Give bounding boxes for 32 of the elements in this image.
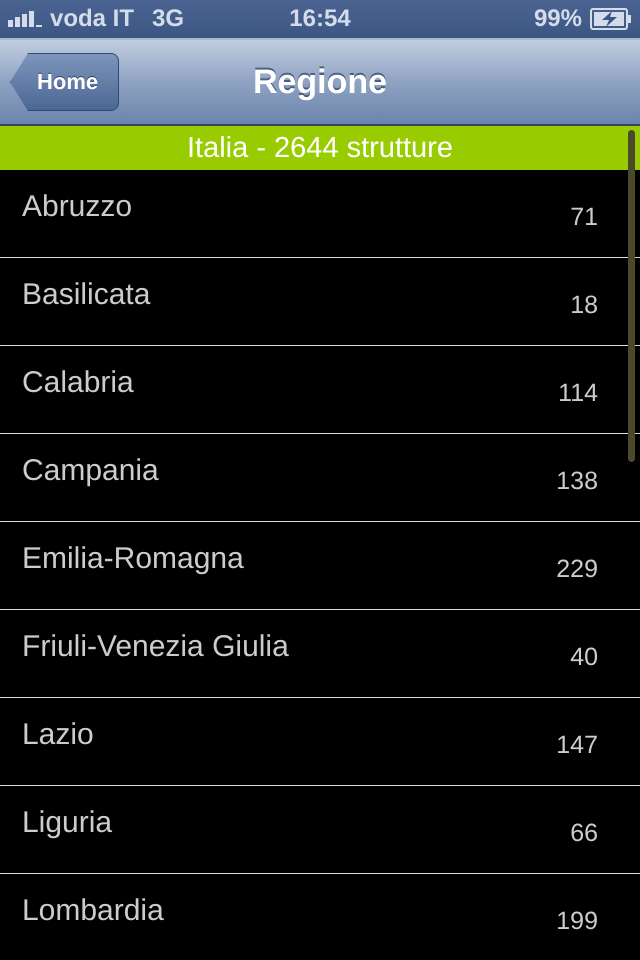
structure-count: 66 [570, 819, 598, 848]
list-row[interactable]: Liguria 66 [0, 786, 640, 874]
structure-count: 229 [556, 555, 598, 584]
region-name: Abruzzo [22, 190, 132, 224]
network-type: 3G [152, 5, 184, 33]
structure-count: 18 [570, 291, 598, 320]
back-button[interactable]: Home [10, 53, 120, 111]
region-name: Calabria [22, 366, 134, 400]
battery-percent: 99% [534, 5, 582, 33]
structure-count: 71 [570, 203, 598, 232]
battery-charging-icon [590, 8, 632, 30]
structure-count: 199 [556, 907, 598, 936]
list-row[interactable]: Lazio 147 [0, 698, 640, 786]
section-header: Italia - 2644 strutture [0, 126, 640, 170]
region-name: Campania [22, 454, 159, 488]
list-row[interactable]: Friuli-Venezia Giulia 40 [0, 610, 640, 698]
carrier-name: voda IT [50, 5, 134, 33]
structure-count: 147 [556, 731, 598, 760]
structure-count: 114 [558, 379, 598, 408]
list-row[interactable]: Emilia-Romagna 229 [0, 522, 640, 610]
clock: 16:54 [289, 5, 351, 32]
structure-count: 138 [556, 467, 598, 496]
region-name: Liguria [22, 806, 112, 840]
region-name: Emilia-Romagna [22, 542, 244, 576]
region-name: Lombardia [22, 894, 164, 928]
region-name: Basilicata [22, 278, 150, 312]
region-name: Lazio [22, 718, 94, 752]
region-name: Friuli-Venezia Giulia [22, 630, 289, 664]
list-row[interactable]: Lombardia 199 [0, 874, 640, 960]
page-title: Regione [252, 62, 388, 102]
structure-count: 40 [570, 643, 598, 672]
signal-icon [8, 10, 44, 28]
